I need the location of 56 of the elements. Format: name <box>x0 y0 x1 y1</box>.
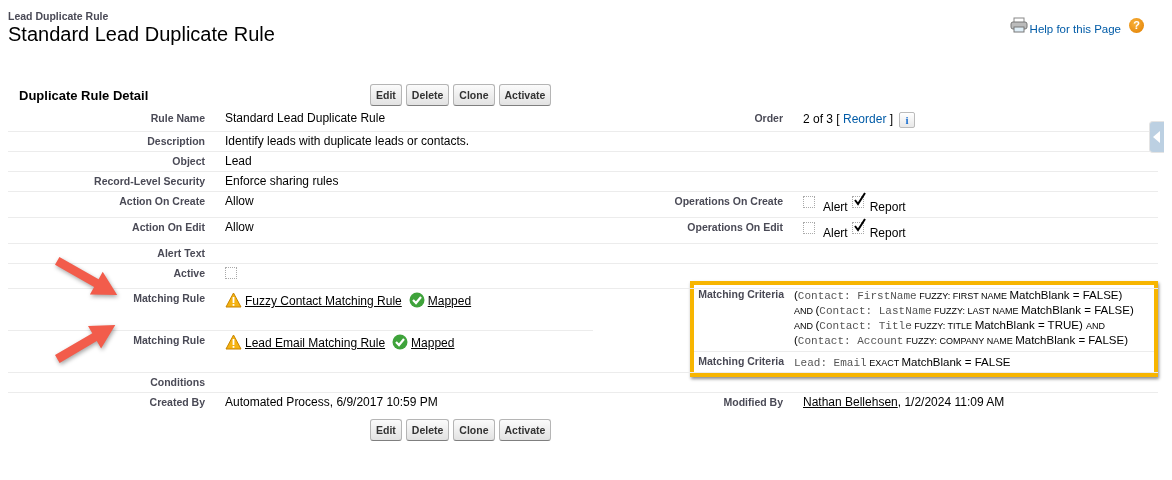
action-button[interactable]: Edit <box>370 84 402 106</box>
order-value: 2 of 3 [ Reorder ] <box>803 112 894 127</box>
breadcrumb: Lead Duplicate Rule <box>8 10 110 22</box>
action-button[interactable]: Activate <box>498 84 552 106</box>
rule-link[interactable]: Lead Email Matching Rule <box>245 337 386 350</box>
field-label: Matching Rule <box>133 334 205 346</box>
field-label: Active <box>173 267 205 279</box>
field-label: Action On Create <box>119 195 205 207</box>
field-label: Action On Edit <box>132 221 205 233</box>
action-button[interactable]: Delete <box>405 84 450 106</box>
checkbox-label: Report <box>869 201 906 214</box>
field-value: Standard Lead Duplicate Rule <box>225 111 386 125</box>
user-link[interactable]: Nathan Bellehsen <box>803 395 898 409</box>
field-value: Enforce sharing rules <box>225 174 339 188</box>
field-value: Lead <box>225 154 252 168</box>
checkbox-label: Alert <box>823 201 848 214</box>
field-label: Rule Name <box>150 112 205 124</box>
section-title: Duplicate Rule Detail <box>19 87 150 103</box>
modified-value: Nathan Bellehsen, 1/2/2024 11:09 AM <box>803 395 1005 409</box>
criteria-text: (Contact: FirstName FUZZY: FIRST NAME MatchBlank = FALSE) AND (Contact: LastName FUZZY: LAST NAME MatchBlank = FALSE) AND (Contact: Title FUZZY: TITLE MatchBlank = TRUE) AND (Contact: Account FUZZY: COMPANY NAME MatchBlank = FALSE) <box>794 288 1134 348</box>
action-button[interactable]: Edit <box>370 419 402 441</box>
action-button[interactable]: Delete <box>405 419 450 441</box>
field-label: Conditions <box>150 376 205 388</box>
field-label: Matching Criteria <box>698 288 784 300</box>
check-icon <box>392 334 409 350</box>
action-button[interactable]: Clone <box>453 84 495 106</box>
field-label: Created By <box>149 396 205 408</box>
criteria-text: Lead: Email EXACT MatchBlank = FALSE <box>794 355 1011 370</box>
page-title: Standard Lead Duplicate Rule <box>8 22 275 46</box>
field-label: Alert Text <box>157 247 205 259</box>
field-value: Allow <box>225 194 254 208</box>
field-value: Automated Process, 6/9/2017 10:59 PM <box>225 395 438 409</box>
help-link[interactable]: Help for this Page <box>1029 23 1121 35</box>
field-label: Matching Rule <box>133 292 205 304</box>
field-label: Matching Criteria <box>698 355 784 367</box>
reorder-link[interactable]: Reorder <box>843 112 887 127</box>
field-label: Operations On Edit <box>687 221 783 233</box>
check-icon <box>408 292 425 308</box>
field-value: Identify leads with duplicate leads or contacts. <box>225 134 470 148</box>
field-value: Allow <box>225 220 254 234</box>
field-label: Description <box>147 135 205 147</box>
field-label: Object <box>172 155 205 167</box>
field-label: Operations On Create <box>674 195 783 207</box>
rule-link[interactable]: Fuzzy Contact Matching Rule <box>245 295 402 308</box>
collapse-handle[interactable] <box>1149 121 1164 153</box>
checkbox-label: Alert <box>823 227 848 240</box>
status-link[interactable]: Mapped <box>427 295 472 308</box>
status-link[interactable]: Mapped <box>411 337 455 350</box>
action-button[interactable]: Clone <box>453 419 495 441</box>
checkbox-label: Report <box>869 227 906 240</box>
field-label: Order <box>754 112 783 124</box>
printer-icon <box>1009 17 1028 33</box>
action-button[interactable]: Activate <box>498 419 552 441</box>
field-label: Modified By <box>723 396 783 408</box>
field-label: Record-Level Security <box>94 175 205 187</box>
info-button[interactable]: i <box>899 112 916 128</box>
